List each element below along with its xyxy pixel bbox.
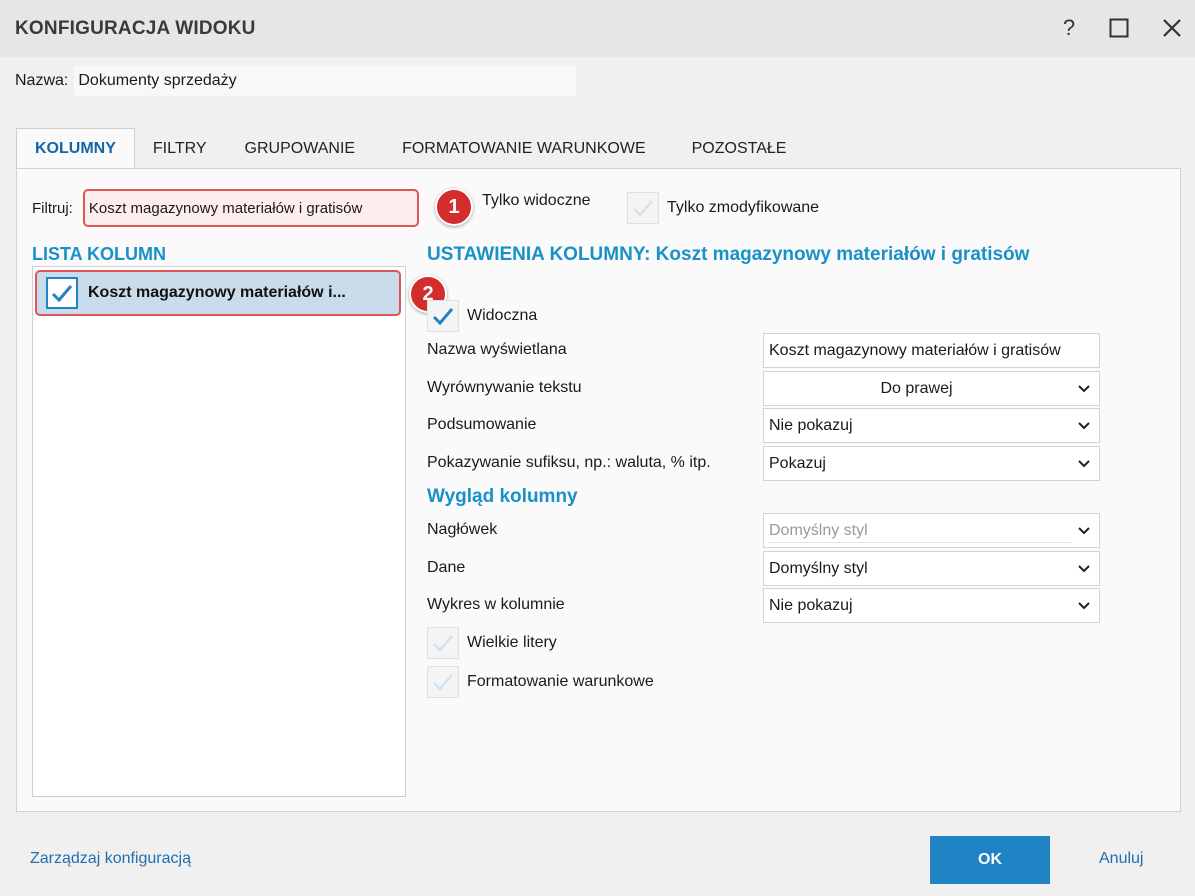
header-style-label: Nagłówek [427,521,498,538]
summary-label: Podsumowanie [427,416,537,433]
checkmark-icon [432,308,454,326]
conditional-formatting-checkbox[interactable]: Formatowanie warunkowe [427,666,654,698]
name-input[interactable] [74,66,577,96]
column-chart-label: Wykres w kolumnie [427,596,565,613]
tab-grouping[interactable]: GRUPOWANIE [225,128,378,169]
step-badge-1: 1 [435,188,473,226]
help-button[interactable]: ? [1051,10,1087,46]
title-bar: KONFIGURACJA WIDOKU ? [0,0,1195,57]
suffix-label: Pokazywanie sufiksu, np.: waluta, % itp. [427,454,711,471]
data-style-label: Dane [427,559,466,576]
filter-row: Filtruj: [32,187,419,229]
filter-input[interactable] [82,189,419,227]
tab-bar: KOLUMNY FILTRY GRUPOWANIE FORMATOWANIE W… [16,128,804,169]
list-item[interactable]: Koszt magazynowy materiałów i... [35,270,401,316]
display-name-input[interactable]: Koszt magazynowy materiałów i gratisów [763,333,1100,368]
close-icon [1163,19,1181,37]
chevron-down-icon [1078,527,1090,535]
maximize-icon [1109,18,1129,38]
only-modified-checkbox[interactable]: Tylko zmodyfikowane [627,192,819,224]
checkbox-box [427,300,459,332]
header-style-select[interactable]: Domyślny styl [763,513,1100,548]
uppercase-checkbox[interactable]: Wielkie litery [427,627,557,659]
checkmark-icon [433,674,453,691]
header-style-value: Domyślny styl [769,521,868,539]
data-style-value: Domyślny styl [769,559,868,577]
checkmark-icon [633,200,653,217]
conditional-formatting-label: Formatowanie warunkowe [467,673,654,690]
summary-select[interactable]: Nie pokazuj [763,408,1100,443]
chevron-down-icon [1078,565,1090,573]
filter-label: Filtruj: [32,199,73,217]
chevron-down-icon [1078,602,1090,610]
tab-other[interactable]: POZOSTAŁE [669,128,805,169]
column-chart-value: Nie pokazuj [769,596,853,614]
data-style-select[interactable]: Domyślny styl [763,551,1100,586]
checkbox-box [427,627,459,659]
suffix-value: Pokazuj [769,454,826,472]
name-row: Nazwa: [15,66,577,96]
column-list-title: LISTA KOLUMN [32,244,166,264]
column-visible-checkbox[interactable] [46,277,78,309]
visible-checkbox[interactable]: Widoczna [427,300,537,332]
column-list [32,266,406,797]
window-title: KONFIGURACJA WIDOKU [15,18,256,39]
text-align-value: Do prawej [880,379,953,397]
maximize-button[interactable] [1101,10,1137,46]
column-chart-select[interactable]: Nie pokazuj [763,588,1100,623]
column-settings-title: USTAWIENIA KOLUMNY: Koszt magazynowy mat… [427,244,1030,265]
tab-filters[interactable]: FILTRY [135,128,225,169]
checkbox-box [627,192,659,224]
text-align-label: Wyrównywanie tekstu [427,379,582,396]
checkmark-icon [433,635,453,652]
only-visible-label: Tylko widoczne [482,192,591,209]
text-align-select[interactable]: Do prawej [763,371,1100,406]
uppercase-label: Wielkie litery [467,634,557,651]
column-appearance-title: Wygląd kolumny [427,486,578,507]
visible-label: Widoczna [467,307,538,324]
suffix-select[interactable]: Pokazuj [763,446,1100,481]
tab-columns[interactable]: KOLUMNY [16,128,135,169]
display-name-label: Nazwa wyświetlana [427,341,567,358]
summary-value: Nie pokazuj [769,416,853,434]
question-icon: ? [1062,15,1076,40]
field-underline [769,542,1071,543]
chevron-down-icon [1078,422,1090,430]
chevron-down-icon [1078,460,1090,468]
only-modified-label: Tylko zmodyfikowane [667,199,820,216]
checkmark-icon [51,285,73,303]
close-button[interactable] [1154,10,1190,46]
chevron-down-icon [1078,385,1090,393]
name-label: Nazwa: [15,72,69,89]
manage-configuration-link[interactable]: Zarządzaj konfiguracją [30,850,191,868]
cancel-button[interactable]: Anuluj [1099,850,1143,868]
ok-button[interactable]: OK [930,836,1050,884]
list-item-label: Koszt magazynowy materiałów i... [88,284,346,301]
tab-conditional-formatting[interactable]: FORMATOWANIE WARUNKOWE [377,128,669,169]
only-visible-checkbox[interactable]: Tylko widoczne [482,192,591,210]
checkbox-box [427,666,459,698]
